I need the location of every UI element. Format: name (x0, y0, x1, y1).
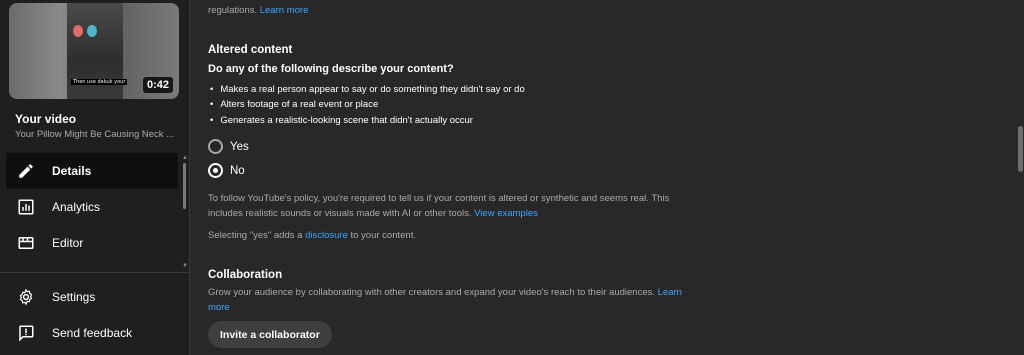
video-thumbnail[interactable]: Then use dakuk your 0:42 (9, 3, 179, 99)
thumbnail-caption: Then use dakuk your (71, 79, 128, 85)
bullet-item: Alters footage of a real event or place (210, 99, 378, 110)
altered-content-question: Do any of the following describe your co… (208, 63, 454, 75)
collaboration-text: Grow your audience by collaborating with… (208, 287, 682, 298)
video-title[interactable]: Your Pillow Might Be Causing Neck ... (15, 129, 185, 140)
sidebar-item-editor[interactable]: Editor (6, 225, 178, 261)
sidebar-item-label: Send feedback (52, 326, 133, 340)
editor-icon (16, 233, 36, 253)
invite-collaborator-button[interactable]: Invite a collaborator (208, 321, 332, 348)
sidebar-item-analytics[interactable]: Analytics (6, 189, 178, 225)
disclosure-link[interactable]: disclosure (305, 230, 348, 241)
pencil-icon (16, 161, 36, 181)
sidebar: Then use dakuk your 0:42 Your video Your… (0, 0, 190, 355)
main-content: regulations. Learn more Altered content … (190, 0, 1024, 355)
sidebar-item-label: Settings (52, 290, 96, 304)
radio-no-label: No (230, 164, 245, 177)
feedback-icon (16, 323, 36, 343)
altered-content-heading: Altered content (208, 44, 293, 56)
collaboration-description: Grow your audience by collaborating with… (208, 287, 655, 298)
learn-more-link[interactable]: Learn (658, 287, 682, 298)
sidebar-scrollbar-thumb[interactable] (183, 163, 186, 209)
analytics-icon (16, 197, 36, 217)
bullet-item: Generates a realistic-looking scene that… (210, 115, 473, 126)
sidebar-item-label: Editor (52, 236, 84, 250)
policy-text-line2: includes realistic sounds or visuals mad… (208, 208, 538, 219)
your-video-label: Your video (15, 112, 77, 126)
radio-no[interactable]: No (208, 163, 245, 178)
disclosure-post: to your content. (350, 230, 416, 241)
learn-more-link[interactable]: more (208, 302, 230, 313)
collaboration-text-line2: more (208, 302, 230, 313)
disclosure-text: Selecting "yes" adds a disclosure to you… (208, 230, 416, 241)
policy-text: includes realistic sounds or visuals mad… (208, 208, 472, 219)
disclosure-pre: Selecting "yes" adds a (208, 230, 303, 241)
radio-yes[interactable]: Yes (208, 139, 249, 154)
scroll-up-arrow[interactable]: ▲ (182, 155, 188, 161)
sidebar-item-label: Analytics (52, 200, 101, 214)
sidebar-divider (0, 272, 189, 273)
thumbnail-figure (87, 25, 97, 37)
view-examples-link[interactable]: View examples (474, 208, 538, 219)
page-scrollbar-thumb[interactable] (1018, 126, 1023, 172)
regulations-note: regulations. Learn more (208, 5, 308, 16)
radio-no-circle[interactable] (208, 163, 223, 178)
scroll-down-arrow[interactable]: ▼ (182, 263, 188, 269)
learn-more-link[interactable]: Learn more (260, 5, 309, 16)
collaboration-heading: Collaboration (208, 269, 283, 281)
video-duration: 0:42 (142, 77, 173, 93)
sidebar-item-details[interactable]: Details (6, 153, 178, 189)
sidebar-item-label: Details (52, 164, 92, 178)
radio-yes-label: Yes (230, 140, 249, 153)
gear-icon (16, 287, 36, 307)
bullet-item: Makes a real person appear to say or do … (210, 84, 524, 95)
regulations-text: regulations. (208, 5, 258, 16)
sidebar-item-settings[interactable]: Settings (6, 279, 178, 315)
policy-text-line1: To follow YouTube's policy, you're requi… (208, 193, 670, 204)
radio-yes-circle[interactable] (208, 139, 223, 154)
thumbnail-figure (73, 25, 83, 37)
sidebar-item-send-feedback[interactable]: Send feedback (6, 315, 178, 351)
